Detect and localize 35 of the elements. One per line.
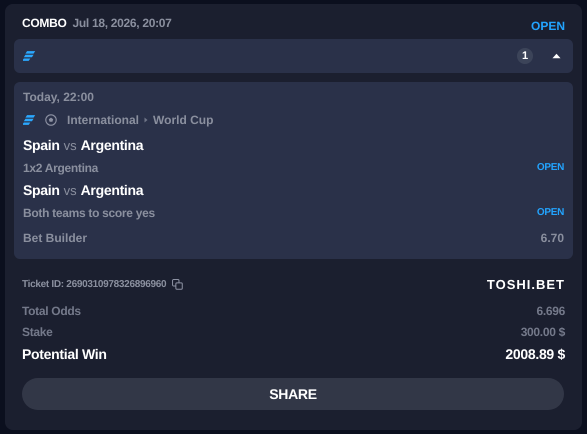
event-time: Today, 22:00 (23, 90, 95, 106)
market-name: 1x2 Argentina (23, 160, 98, 174)
copy-icon[interactable] (172, 278, 184, 290)
home-team: Spain (23, 137, 60, 153)
summary-value: 300.00 $ (520, 324, 565, 338)
summary-label: Total Odds (22, 304, 81, 318)
caret-icon[interactable] (552, 53, 561, 59)
bet-date: Jul 18, 2026, 20:07 (72, 16, 172, 30)
summary-value: 2008.89 $ (505, 346, 565, 362)
summary-value: 6.696 (536, 304, 565, 318)
leg-status: OPEN (536, 162, 564, 173)
league-region: International (67, 113, 140, 127)
away-team: Argentina (80, 182, 144, 198)
chevron-icon (144, 117, 148, 123)
stripes-icon (23, 115, 36, 125)
versus-label: vs (64, 138, 77, 152)
stripes-icon (23, 51, 36, 61)
market-name: Both teams to score yes (23, 206, 155, 220)
brand-logo: TOSHI.BET (486, 276, 565, 292)
league-name: World Cup (153, 113, 214, 127)
builder-label: Bet Builder (23, 231, 88, 245)
group-header[interactable]: 1 (14, 39, 573, 73)
home-team: Spain (23, 182, 60, 198)
builder-odds: 6.70 (540, 231, 564, 245)
leg-status: OPEN (536, 207, 564, 218)
versus-label: vs (64, 182, 77, 198)
share-button[interactable]: SHARE (22, 378, 564, 410)
leg-count-badge: 1 (517, 48, 533, 64)
summary-label: Potential Win (22, 346, 107, 362)
bet-type: COMBO (22, 16, 66, 30)
soccer-ball-icon (45, 114, 57, 126)
bet-status: OPEN (530, 19, 565, 33)
ticket-id: Ticket ID: 2690310978326896960 (22, 278, 166, 290)
summary-label: Stake (22, 324, 53, 338)
away-team: Argentina (80, 137, 144, 153)
